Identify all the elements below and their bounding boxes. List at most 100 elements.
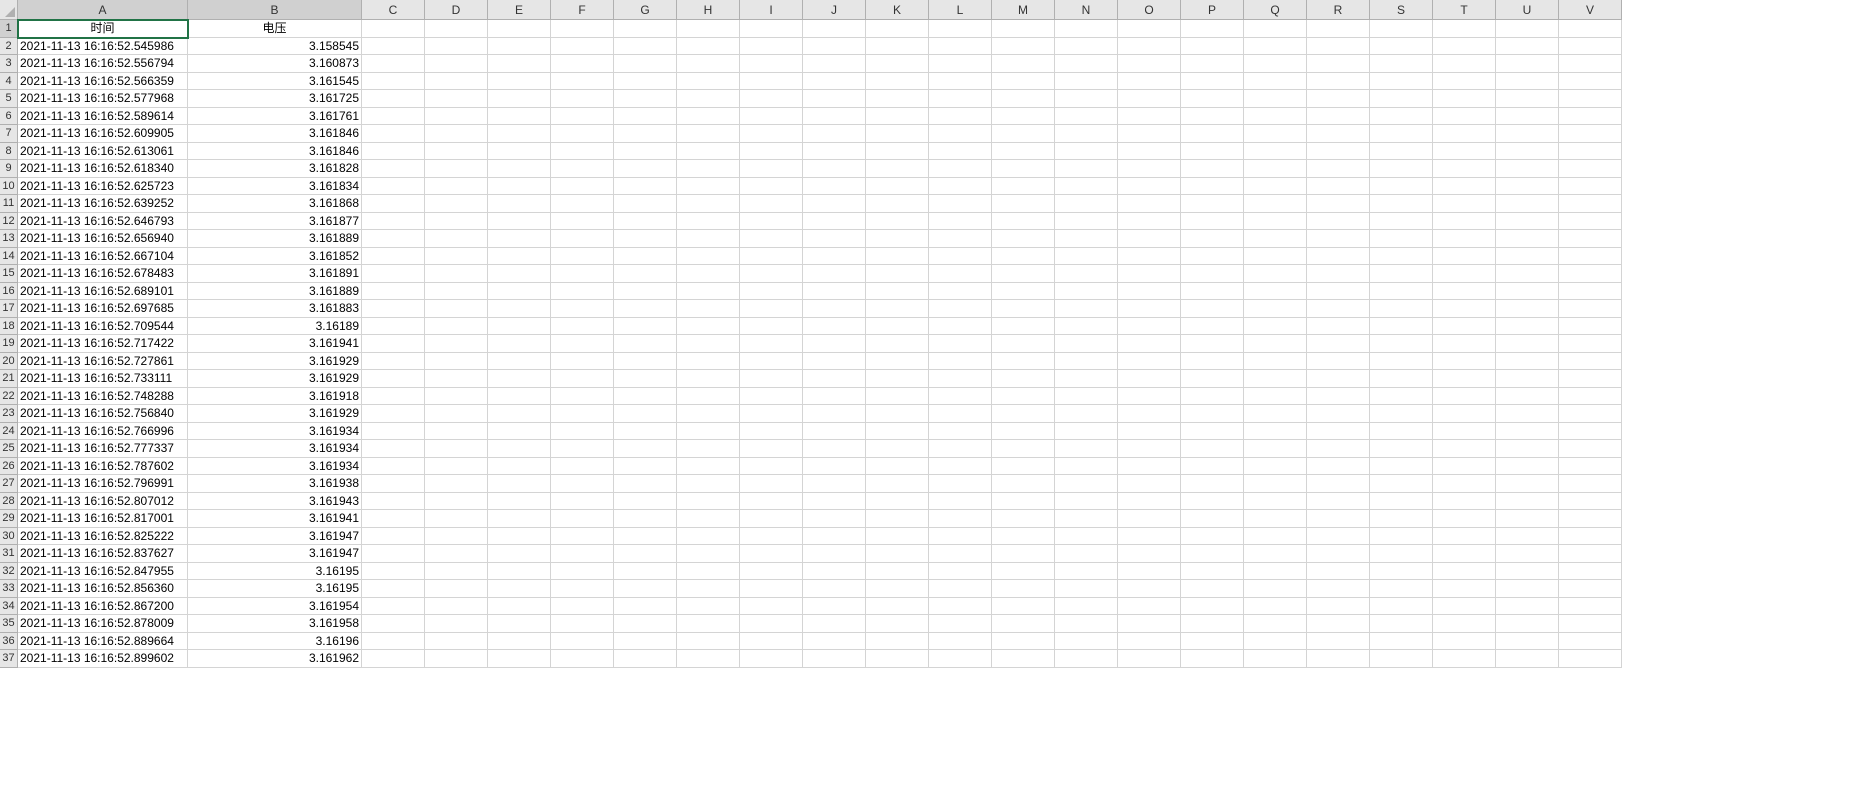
cell-U6[interactable] (1496, 108, 1559, 126)
cell-C31[interactable] (362, 545, 425, 563)
cell-J29[interactable] (803, 510, 866, 528)
cell-U12[interactable] (1496, 213, 1559, 231)
cell-R26[interactable] (1307, 458, 1370, 476)
cell-M30[interactable] (992, 528, 1055, 546)
cell-C14[interactable] (362, 248, 425, 266)
cell-V18[interactable] (1559, 318, 1622, 336)
cell-F20[interactable] (551, 353, 614, 371)
cell-F36[interactable] (551, 633, 614, 651)
cell-B33[interactable]: 3.16195 (188, 580, 362, 598)
cell-J3[interactable] (803, 55, 866, 73)
cell-T7[interactable] (1433, 125, 1496, 143)
cell-K7[interactable] (866, 125, 929, 143)
cell-V37[interactable] (1559, 650, 1622, 668)
cell-F27[interactable] (551, 475, 614, 493)
cell-D17[interactable] (425, 300, 488, 318)
cell-F17[interactable] (551, 300, 614, 318)
cell-O21[interactable] (1118, 370, 1181, 388)
cell-I2[interactable] (740, 38, 803, 56)
cell-S1[interactable] (1370, 20, 1433, 38)
cell-I36[interactable] (740, 633, 803, 651)
cell-I8[interactable] (740, 143, 803, 161)
cell-P9[interactable] (1181, 160, 1244, 178)
cell-U37[interactable] (1496, 650, 1559, 668)
cell-C22[interactable] (362, 388, 425, 406)
cell-I27[interactable] (740, 475, 803, 493)
cell-M28[interactable] (992, 493, 1055, 511)
cell-G33[interactable] (614, 580, 677, 598)
cell-L3[interactable] (929, 55, 992, 73)
cell-F6[interactable] (551, 108, 614, 126)
cell-R6[interactable] (1307, 108, 1370, 126)
cell-Q22[interactable] (1244, 388, 1307, 406)
cell-B31[interactable]: 3.161947 (188, 545, 362, 563)
cell-H35[interactable] (677, 615, 740, 633)
cell-H25[interactable] (677, 440, 740, 458)
cell-T27[interactable] (1433, 475, 1496, 493)
cell-T28[interactable] (1433, 493, 1496, 511)
cell-Q33[interactable] (1244, 580, 1307, 598)
cell-M10[interactable] (992, 178, 1055, 196)
cell-K23[interactable] (866, 405, 929, 423)
cell-T30[interactable] (1433, 528, 1496, 546)
row-header-25[interactable]: 25 (0, 440, 18, 458)
spreadsheet-grid[interactable]: ABCDEFGHIJKLMNOPQRSTUV1时间电压22021-11-13 1… (0, 0, 1869, 668)
cell-P5[interactable] (1181, 90, 1244, 108)
cell-K27[interactable] (866, 475, 929, 493)
cell-Q28[interactable] (1244, 493, 1307, 511)
cell-V17[interactable] (1559, 300, 1622, 318)
cell-H6[interactable] (677, 108, 740, 126)
cell-A31[interactable]: 2021-11-13 16:16:52.837627 (18, 545, 188, 563)
cell-V21[interactable] (1559, 370, 1622, 388)
cell-B2[interactable]: 3.158545 (188, 38, 362, 56)
row-header-7[interactable]: 7 (0, 125, 18, 143)
cell-G28[interactable] (614, 493, 677, 511)
cell-E19[interactable] (488, 335, 551, 353)
cell-H13[interactable] (677, 230, 740, 248)
cell-F14[interactable] (551, 248, 614, 266)
cell-Q21[interactable] (1244, 370, 1307, 388)
cell-G14[interactable] (614, 248, 677, 266)
cell-T33[interactable] (1433, 580, 1496, 598)
cell-O4[interactable] (1118, 73, 1181, 91)
cell-N35[interactable] (1055, 615, 1118, 633)
cell-H5[interactable] (677, 90, 740, 108)
cell-R5[interactable] (1307, 90, 1370, 108)
cell-J2[interactable] (803, 38, 866, 56)
cell-E21[interactable] (488, 370, 551, 388)
cell-N10[interactable] (1055, 178, 1118, 196)
cell-P31[interactable] (1181, 545, 1244, 563)
cell-U19[interactable] (1496, 335, 1559, 353)
cell-K37[interactable] (866, 650, 929, 668)
cell-A33[interactable]: 2021-11-13 16:16:52.856360 (18, 580, 188, 598)
cell-I34[interactable] (740, 598, 803, 616)
cell-G6[interactable] (614, 108, 677, 126)
cell-K2[interactable] (866, 38, 929, 56)
cell-L5[interactable] (929, 90, 992, 108)
cell-C16[interactable] (362, 283, 425, 301)
cell-J16[interactable] (803, 283, 866, 301)
cell-V9[interactable] (1559, 160, 1622, 178)
cell-C23[interactable] (362, 405, 425, 423)
cell-D13[interactable] (425, 230, 488, 248)
cell-H27[interactable] (677, 475, 740, 493)
cell-A29[interactable]: 2021-11-13 16:16:52.817001 (18, 510, 188, 528)
cell-Q14[interactable] (1244, 248, 1307, 266)
cell-R21[interactable] (1307, 370, 1370, 388)
cell-N18[interactable] (1055, 318, 1118, 336)
cell-S16[interactable] (1370, 283, 1433, 301)
cell-S8[interactable] (1370, 143, 1433, 161)
cell-O11[interactable] (1118, 195, 1181, 213)
cell-J14[interactable] (803, 248, 866, 266)
cell-T31[interactable] (1433, 545, 1496, 563)
cell-R18[interactable] (1307, 318, 1370, 336)
cell-N33[interactable] (1055, 580, 1118, 598)
cell-N13[interactable] (1055, 230, 1118, 248)
cell-N7[interactable] (1055, 125, 1118, 143)
cell-C19[interactable] (362, 335, 425, 353)
cell-R1[interactable] (1307, 20, 1370, 38)
column-header-A[interactable]: A (18, 0, 188, 20)
row-header-21[interactable]: 21 (0, 370, 18, 388)
cell-O18[interactable] (1118, 318, 1181, 336)
cell-G34[interactable] (614, 598, 677, 616)
